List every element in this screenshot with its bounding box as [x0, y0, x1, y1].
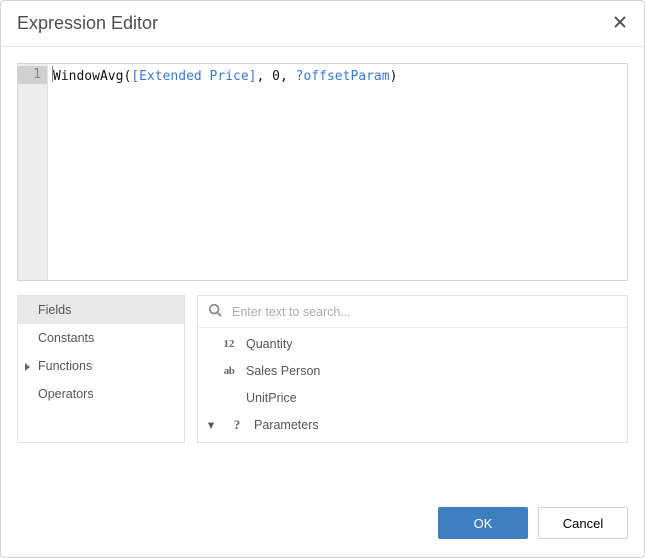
field-row-parameters-group[interactable]: ▾ ? Parameters: [198, 411, 627, 438]
tok-paren-close: ): [390, 69, 398, 84]
category-label: Constants: [38, 331, 94, 345]
ok-button[interactable]: OK: [438, 507, 528, 539]
detail-pane: 12 Quantity ab Sales Person UnitPrice ▾ …: [197, 295, 628, 443]
tok-param: ?offsetParam: [296, 69, 390, 84]
code-gutter: 1: [18, 64, 48, 280]
expression-editor-dialog: Expression Editor 1 WindowAvg([Extended …: [0, 0, 645, 558]
search-row: [198, 296, 627, 328]
search-input[interactable]: [230, 304, 617, 320]
field-label: UnitPrice: [246, 391, 297, 405]
category-label: Fields: [38, 303, 71, 317]
picker-row: Fields Constants Functions Operators: [17, 295, 628, 443]
gutter-line-number: 1: [18, 66, 47, 84]
code-editor[interactable]: 1 WindowAvg([Extended Price], 0, ?offset…: [17, 63, 628, 281]
string-type-icon: ab: [220, 365, 238, 377]
field-row-quantity[interactable]: 12 Quantity: [198, 330, 627, 357]
code-content[interactable]: WindowAvg([Extended Price], 0, ?offsetPa…: [48, 64, 627, 280]
tok-func: WindowAvg: [53, 69, 123, 84]
category-label: Operators: [38, 387, 94, 401]
dialog-footer: OK Cancel: [1, 489, 644, 557]
tok-comma: ,: [280, 69, 296, 84]
number-type-icon: 12: [220, 338, 238, 350]
parameter-type-icon: ?: [228, 417, 246, 433]
field-label: Quantity: [246, 337, 293, 351]
chevron-down-icon[interactable]: ▾: [206, 417, 216, 432]
close-icon[interactable]: [612, 14, 628, 33]
category-list: Fields Constants Functions Operators: [17, 295, 185, 443]
field-list: 12 Quantity ab Sales Person UnitPrice ▾ …: [198, 328, 627, 442]
dialog-body: 1 WindowAvg([Extended Price], 0, ?offset…: [1, 47, 644, 489]
search-icon: [208, 303, 222, 320]
category-item-fields[interactable]: Fields: [18, 296, 184, 324]
tok-number: 0: [272, 69, 280, 84]
field-label: Parameters: [254, 418, 319, 432]
chevron-right-icon: [24, 361, 31, 375]
field-row-sales-person[interactable]: ab Sales Person: [198, 357, 627, 384]
category-item-constants[interactable]: Constants: [18, 324, 184, 352]
field-row-unitprice[interactable]: UnitPrice: [198, 384, 627, 411]
field-row-offsetparam[interactable]: 12 offsetParam: [198, 438, 627, 442]
category-item-operators[interactable]: Operators: [18, 380, 184, 408]
dialog-header: Expression Editor: [1, 1, 644, 47]
field-label: Sales Person: [246, 364, 320, 378]
category-item-functions[interactable]: Functions: [18, 352, 184, 380]
dialog-title: Expression Editor: [17, 13, 158, 34]
tok-field: [Extended Price]: [131, 69, 256, 84]
cancel-button[interactable]: Cancel: [538, 507, 628, 539]
category-label: Functions: [38, 359, 92, 373]
tok-comma: ,: [257, 69, 273, 84]
